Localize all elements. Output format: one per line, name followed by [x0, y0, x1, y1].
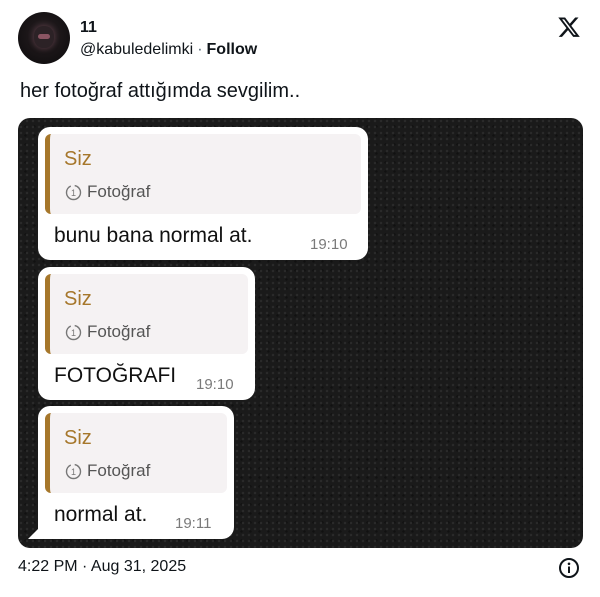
svg-text:1: 1	[71, 467, 76, 477]
message-text: FOTOĞRAFI	[54, 364, 177, 387]
quote-author: Siz	[64, 427, 92, 449]
quote-media: 1 Fotoğraf	[65, 182, 150, 202]
x-logo-icon[interactable]	[557, 15, 581, 39]
message-time: 19:10	[196, 376, 234, 393]
quote-media-label: Fotoğraf	[87, 461, 151, 480]
svg-text:1: 1	[71, 188, 76, 198]
tweet-timestamp[interactable]: 4:22 PM · Aug 31, 2025	[18, 558, 186, 576]
view-once-icon: 1	[65, 324, 82, 340]
separator: ·	[197, 41, 203, 58]
message-time: 19:11	[175, 515, 212, 532]
avatar-detail	[38, 34, 50, 39]
reply-quote: Siz 1 Fotoğraf	[45, 274, 248, 354]
chat-bubble: Siz 1 Fotoğraf normal at. 19:11	[28, 406, 234, 539]
quote-author: Siz	[64, 148, 92, 170]
chat-bubble: Siz 1 Fotoğraf FOTOĞRAFI 19:10	[38, 267, 255, 400]
quote-media: 1 Fotoğraf	[65, 461, 150, 481]
quote-author: Siz	[64, 288, 92, 310]
follow-button[interactable]: Follow	[207, 41, 258, 58]
display-name[interactable]: 11	[80, 19, 97, 37]
message-text: bunu bana normal at.	[54, 224, 253, 247]
bubble-tail	[28, 525, 42, 539]
view-once-icon: 1	[65, 184, 82, 200]
info-icon[interactable]	[558, 557, 580, 579]
quote-media-label: Fotoğraf	[87, 322, 151, 341]
tweet-media[interactable]: Siz 1 Fotoğraf bunu bana normal at. 19:1…	[18, 118, 583, 548]
svg-text:1: 1	[71, 328, 76, 338]
message-time: 19:10	[310, 236, 348, 253]
view-once-icon: 1	[65, 463, 82, 479]
quote-media: 1 Fotoğraf	[65, 322, 150, 342]
reply-quote: Siz 1 Fotoğraf	[45, 134, 361, 214]
message-text: normal at.	[54, 503, 148, 526]
tweet-text: her fotoğraf attığımda sevgilim..	[20, 80, 301, 102]
handle-row: @kabuledelimki · Follow	[80, 41, 257, 59]
chat-bubble: Siz 1 Fotoğraf bunu bana normal at. 19:1…	[38, 127, 368, 260]
user-handle[interactable]: @kabuledelimki	[80, 41, 193, 58]
reply-quote: Siz 1 Fotoğraf	[45, 413, 227, 493]
quote-media-label: Fotoğraf	[87, 182, 151, 201]
avatar[interactable]	[18, 12, 70, 64]
